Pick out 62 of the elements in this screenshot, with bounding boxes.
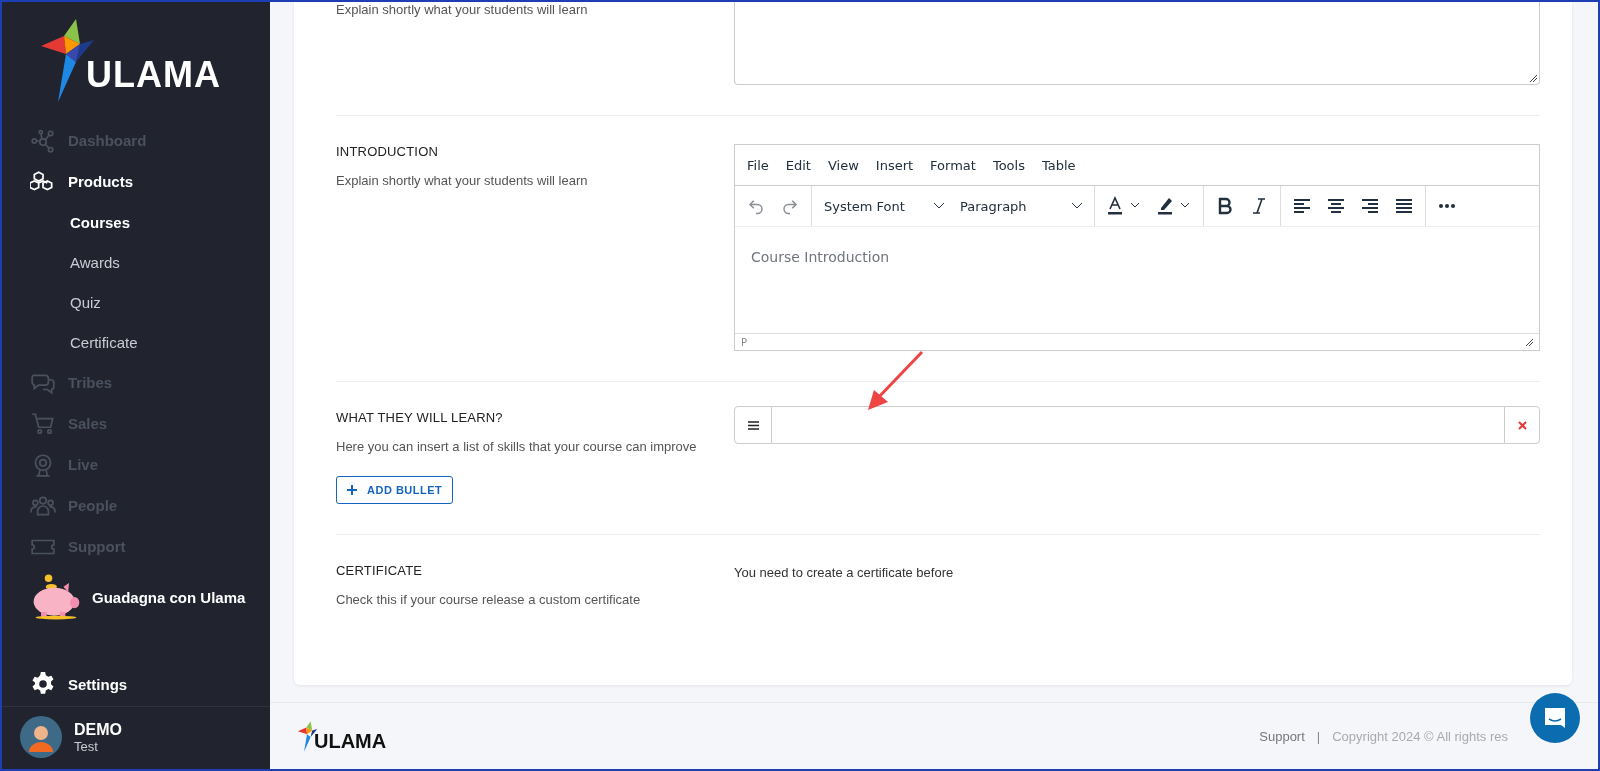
- footer-logo-text: ULAMA: [314, 730, 387, 753]
- promo-link[interactable]: Guadagna con Ulama: [92, 588, 246, 606]
- submenu-item[interactable]: Quiz: [2, 282, 270, 322]
- nodes-icon: [30, 127, 56, 154]
- resize-handle-icon: [1529, 74, 1537, 82]
- user-name: DEMO: [74, 720, 122, 739]
- section-hint: Check this if your course release a custom certificate: [336, 592, 642, 607]
- editor-menu-item[interactable]: File: [747, 157, 769, 173]
- resize-handle-icon: [1525, 338, 1533, 346]
- certificate-note: You need to create a certificate before: [734, 565, 954, 580]
- logo-text: ULAMA: [86, 54, 221, 96]
- chat-icon: [1542, 705, 1568, 731]
- chevron-icon: [1072, 203, 1082, 209]
- plus-icon: [347, 485, 357, 495]
- drag-handle[interactable]: [734, 406, 772, 444]
- redo-icon[interactable]: [781, 197, 799, 215]
- submenu-item[interactable]: Courses: [2, 202, 270, 242]
- font-dropdown[interactable]: System Font: [824, 198, 944, 214]
- avatar: [20, 716, 62, 758]
- undo-icon[interactable]: [747, 197, 765, 215]
- support-link[interactable]: Support: [1259, 728, 1305, 744]
- add-bullet-button[interactable]: ADD BULLET: [336, 476, 454, 504]
- align-icon[interactable]: [1395, 198, 1413, 214]
- chevron-icon: [934, 203, 944, 209]
- editor-placeholder[interactable]: Course Introduction: [751, 249, 890, 265]
- editor-menu-item[interactable]: Edit: [785, 157, 811, 173]
- editor-menu-item[interactable]: Tools: [992, 157, 1025, 173]
- align-icon[interactable]: [1361, 198, 1379, 214]
- italic-icon[interactable]: [1250, 197, 1268, 215]
- user-role: Test: [74, 738, 99, 754]
- more-icon[interactable]: [1438, 203, 1456, 209]
- annotation-arrow: [866, 350, 926, 412]
- editor-menu-item[interactable]: View: [827, 157, 859, 173]
- element-path: P: [741, 336, 748, 348]
- editor-menu-item[interactable]: Format: [930, 157, 976, 173]
- bold-icon[interactable]: [1216, 197, 1234, 215]
- delete-bullet-button[interactable]: [1504, 406, 1540, 444]
- section-hint: Explain shortly what your students will learn: [336, 2, 589, 17]
- section-title: INTRODUCTION: [336, 144, 440, 159]
- submenu-item[interactable]: Awards: [2, 242, 270, 282]
- editor-menu-item[interactable]: Table: [1041, 157, 1076, 173]
- settings-icon: [30, 671, 56, 697]
- sidebar-item[interactable]: Products: [2, 161, 270, 202]
- copyright-text: Copyright 2024 © All rights res: [1332, 728, 1508, 744]
- section-hint: Here you can insert a list of skills that your course can improve: [336, 439, 698, 454]
- separator: |: [1316, 728, 1321, 744]
- text-color-icon[interactable]: [1107, 196, 1141, 216]
- block-format-dropdown[interactable]: Paragraph: [960, 198, 1082, 214]
- align-icon[interactable]: [1293, 198, 1311, 214]
- section-title: CERTIFICATE: [336, 563, 424, 578]
- menu-icon: [747, 420, 759, 430]
- align-icon[interactable]: [1327, 198, 1345, 214]
- chat-button[interactable]: [1530, 693, 1580, 743]
- cart-icon: [30, 410, 56, 437]
- section-title: WHAT THEY WILL LEARN?: [336, 410, 504, 425]
- bullet-input[interactable]: [772, 406, 1504, 444]
- editor-menu-item[interactable]: Insert: [875, 157, 914, 173]
- settings-item[interactable]: Settings: [2, 662, 270, 706]
- highlight-icon[interactable]: [1157, 196, 1191, 216]
- submenu-item[interactable]: Certificate: [2, 322, 270, 362]
- section-hint: Explain shortly what your students will learn: [336, 173, 589, 188]
- close-icon: [1517, 420, 1527, 430]
